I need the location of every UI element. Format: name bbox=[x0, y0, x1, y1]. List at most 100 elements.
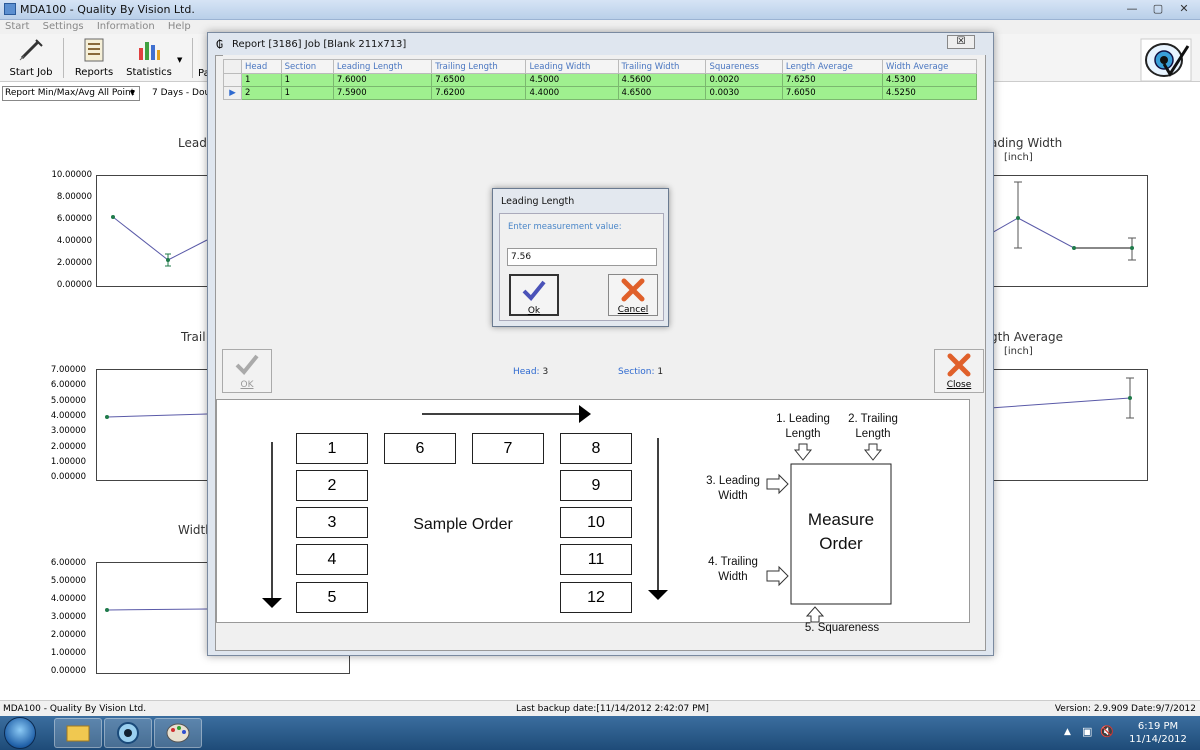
close-window-icon[interactable]: ✕ bbox=[1174, 1, 1194, 17]
toolbar-separator bbox=[63, 38, 64, 78]
y-tick: 10.00000 bbox=[51, 170, 92, 180]
y-tick: 5.00000 bbox=[50, 576, 86, 586]
taskbar-clock[interactable]: 6:19 PM 11/14/2012 bbox=[1128, 720, 1188, 746]
report-close-x-button[interactable]: ☒ bbox=[947, 35, 975, 49]
cell[interactable]: 7.6000 bbox=[332, 73, 433, 87]
status-version: Version: 2.9.909 Date:9/7/2012 bbox=[1054, 704, 1196, 714]
date-range-text: 7 Days - Dou bbox=[152, 88, 211, 98]
menu-information[interactable]: Information bbox=[97, 20, 155, 34]
report-ok-button[interactable]: OK bbox=[222, 349, 272, 393]
sample-box: 8 bbox=[560, 433, 632, 464]
start-button[interactable] bbox=[4, 717, 36, 749]
cell[interactable]: 0.0030 bbox=[705, 86, 783, 100]
measurement-dialog-panel: Enter measurement value: Ok Cancel bbox=[499, 213, 664, 321]
app-eye-icon bbox=[117, 722, 139, 744]
measure-step-trailing-length: 2. Trailing Length bbox=[848, 413, 898, 440]
cell[interactable]: 4.5000 bbox=[525, 73, 619, 87]
col-section[interactable]: Section bbox=[280, 59, 334, 74]
menu-start[interactable]: Start bbox=[5, 20, 29, 34]
col-squareness[interactable]: Squareness bbox=[705, 59, 783, 74]
cell[interactable]: 4.5300 bbox=[882, 73, 977, 87]
menu-help[interactable]: Help bbox=[168, 20, 191, 34]
section-info: Section: 1 bbox=[618, 367, 663, 377]
col-trailing-length[interactable]: Trailing Length bbox=[431, 59, 527, 74]
col-length-average[interactable]: Length Average bbox=[781, 59, 884, 74]
chevron-down-icon[interactable]: ▼ bbox=[177, 56, 182, 64]
chart-title-length-average: gth Average bbox=[990, 330, 1064, 344]
tray-chevron-icon[interactable]: ▲ bbox=[1064, 727, 1071, 737]
start-job-label: Start Job bbox=[9, 67, 53, 78]
chart-title-trailing-length: Trail bbox=[181, 330, 206, 344]
y-tick: 1.00000 bbox=[50, 648, 86, 658]
menu-settings[interactable]: Settings bbox=[43, 20, 84, 34]
close-x-icon bbox=[621, 278, 645, 302]
cell[interactable]: 4.6500 bbox=[617, 86, 707, 100]
app-icon bbox=[4, 3, 16, 15]
grid-header-row: Head Section Leading Length Trailing Len… bbox=[223, 59, 977, 74]
bar-chart-icon bbox=[139, 42, 160, 60]
syringe-icon bbox=[19, 39, 43, 61]
y-tick: 7.00000 bbox=[50, 365, 86, 375]
sample-box: 4 bbox=[296, 544, 368, 575]
report-close-label: Close bbox=[946, 380, 972, 390]
sample-box: 7 bbox=[472, 433, 544, 464]
y-tick: 8.00000 bbox=[56, 192, 92, 202]
measurement-cancel-button[interactable]: Cancel bbox=[608, 274, 658, 316]
dropdown-arrow-icon[interactable]: ▼ bbox=[127, 88, 138, 99]
cell[interactable]: 4.5600 bbox=[617, 73, 707, 87]
y-tick: 2.00000 bbox=[50, 630, 86, 640]
row-header[interactable] bbox=[223, 73, 242, 87]
cell[interactable]: 7.5900 bbox=[332, 86, 433, 100]
close-x-icon bbox=[947, 353, 971, 377]
cell[interactable]: 7.6500 bbox=[431, 73, 527, 87]
report-window-icon: ₲ bbox=[216, 38, 223, 51]
current-row-arrow-icon[interactable]: ▶ bbox=[223, 86, 242, 100]
network-icon[interactable]: ▣ bbox=[1082, 725, 1092, 738]
report-close-button[interactable]: Close bbox=[934, 349, 984, 393]
statistics-button[interactable]: Statistics bbox=[120, 38, 178, 80]
taskbar-paint[interactable] bbox=[154, 718, 202, 748]
cell[interactable]: 7.6200 bbox=[431, 86, 527, 100]
measurement-ok-button[interactable]: Ok bbox=[509, 274, 559, 316]
cell[interactable]: 2 bbox=[241, 86, 282, 100]
cell[interactable]: 1 bbox=[241, 73, 282, 87]
measurement-dialog-title: Leading Length bbox=[501, 196, 575, 207]
col-leading-width[interactable]: Leading Width bbox=[525, 59, 619, 74]
cell[interactable]: 4.5250 bbox=[882, 86, 977, 100]
taskbar-explorer[interactable] bbox=[54, 718, 102, 748]
measurement-value-input[interactable] bbox=[507, 248, 657, 266]
col-width-average[interactable]: Width Average bbox=[882, 59, 977, 74]
maximize-icon[interactable]: ▢ bbox=[1148, 1, 1168, 17]
cell[interactable]: 0.0020 bbox=[705, 73, 783, 87]
measure-step-trailing-width: 4. Trailing Width bbox=[708, 556, 758, 583]
chart-length-average-plot bbox=[989, 377, 1134, 419]
palette-icon bbox=[166, 723, 190, 743]
head-info: Head: 3 bbox=[513, 367, 548, 377]
y-tick: 2.00000 bbox=[50, 442, 86, 452]
cell[interactable]: 7.6050 bbox=[781, 86, 884, 100]
taskbar-mda100[interactable] bbox=[104, 718, 152, 748]
col-trailing-width[interactable]: Trailing Width bbox=[617, 59, 707, 74]
col-leading-length[interactable]: Leading Length bbox=[332, 59, 433, 74]
reports-label: Reports bbox=[74, 67, 114, 78]
cell[interactable]: 1 bbox=[280, 73, 334, 87]
y-tick: 4.00000 bbox=[50, 411, 86, 421]
cell[interactable]: 7.6250 bbox=[781, 73, 884, 87]
report-type-select[interactable]: Report Min/Max/Avg All Point ▼ bbox=[2, 86, 140, 101]
window-title: MDA100 - Quality By Vision Ltd. bbox=[20, 3, 195, 16]
cell[interactable]: 1 bbox=[280, 86, 334, 100]
status-app-name: MDA100 - Quality By Vision Ltd. bbox=[3, 704, 147, 714]
checkmark-icon bbox=[522, 280, 546, 301]
table-row[interactable]: ▶ 2 1 7.5900 7.6200 4.4000 4.6500 0.0030… bbox=[223, 86, 977, 100]
y-tick: 0.00000 bbox=[56, 280, 92, 290]
y-tick: 6.00000 bbox=[50, 380, 86, 390]
minimize-icon[interactable]: — bbox=[1122, 1, 1142, 17]
table-row[interactable]: 1 1 7.6000 7.6500 4.5000 4.5600 0.0020 7… bbox=[223, 73, 977, 87]
col-head[interactable]: Head bbox=[241, 59, 282, 74]
start-job-button[interactable]: Start Job bbox=[2, 38, 60, 80]
reports-button[interactable]: Reports bbox=[65, 38, 123, 80]
sample-measure-order-diagram: 1 2 3 4 5 6 7 8 9 10 11 12 Sample Order … bbox=[216, 399, 970, 634]
report-ok-label: OK bbox=[240, 380, 254, 390]
volume-muted-icon[interactable]: 🔇 bbox=[1100, 725, 1114, 738]
cell[interactable]: 4.4000 bbox=[525, 86, 619, 100]
